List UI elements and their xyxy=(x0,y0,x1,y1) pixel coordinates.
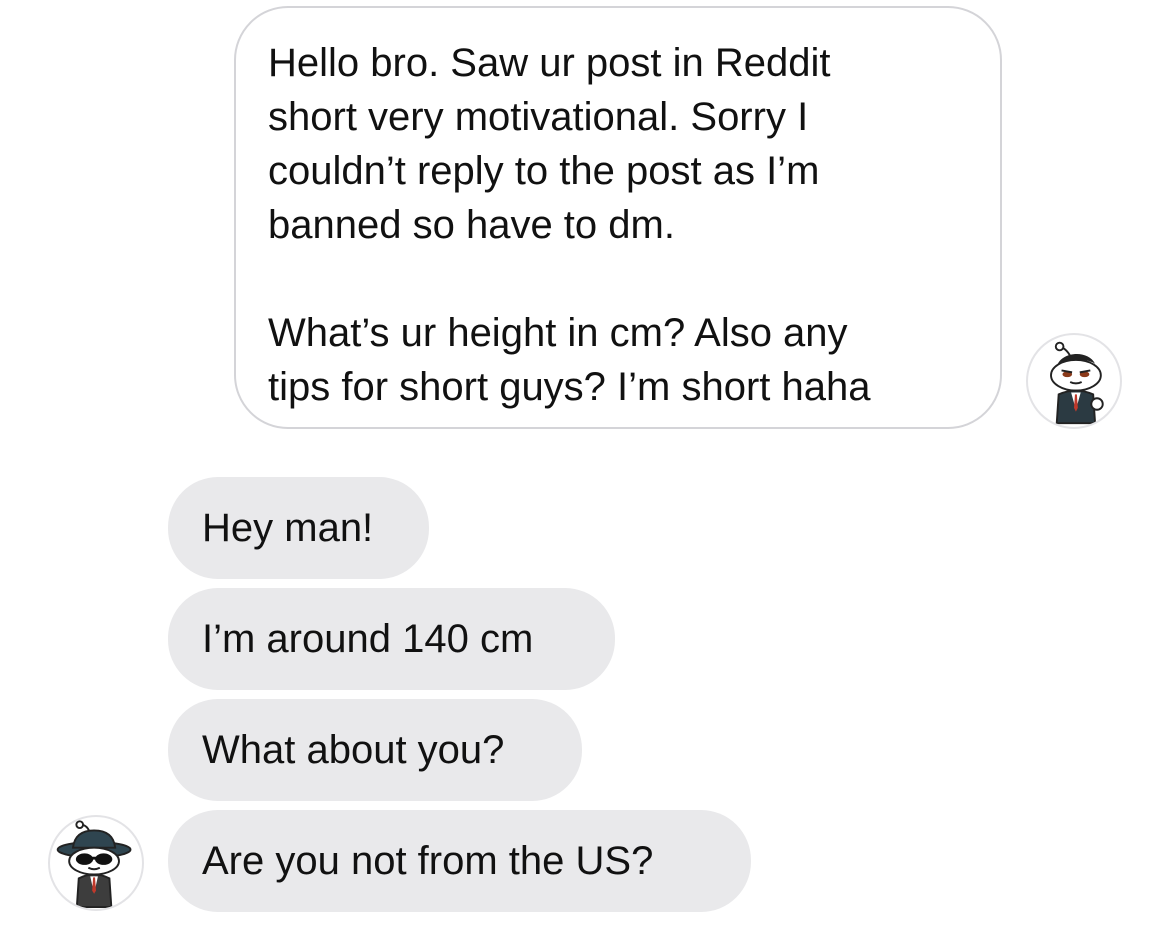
outgoing-message-bubble[interactable]: Hello bro. Saw ur post in Reddit short v… xyxy=(234,6,1002,429)
incoming-message-bubble[interactable]: Are you not from the US? xyxy=(168,810,751,912)
message-thread: Hello bro. Saw ur post in Reddit short v… xyxy=(0,0,1170,951)
reddit-snoo-avatar-icon[interactable] xyxy=(1026,333,1122,429)
message-text: I’m around 140 cm xyxy=(202,617,534,661)
reddit-snoo-hat-sunglasses-avatar-icon[interactable] xyxy=(48,815,144,911)
incoming-message-bubble[interactable]: I’m around 140 cm xyxy=(168,588,615,690)
message-text: What about you? xyxy=(202,728,505,772)
incoming-message-bubble[interactable]: Hey man! xyxy=(168,477,429,579)
message-text: Hey man! xyxy=(202,506,374,550)
message-text: Are you not from the US? xyxy=(202,839,654,883)
incoming-message-bubble[interactable]: What about you? xyxy=(168,699,582,801)
